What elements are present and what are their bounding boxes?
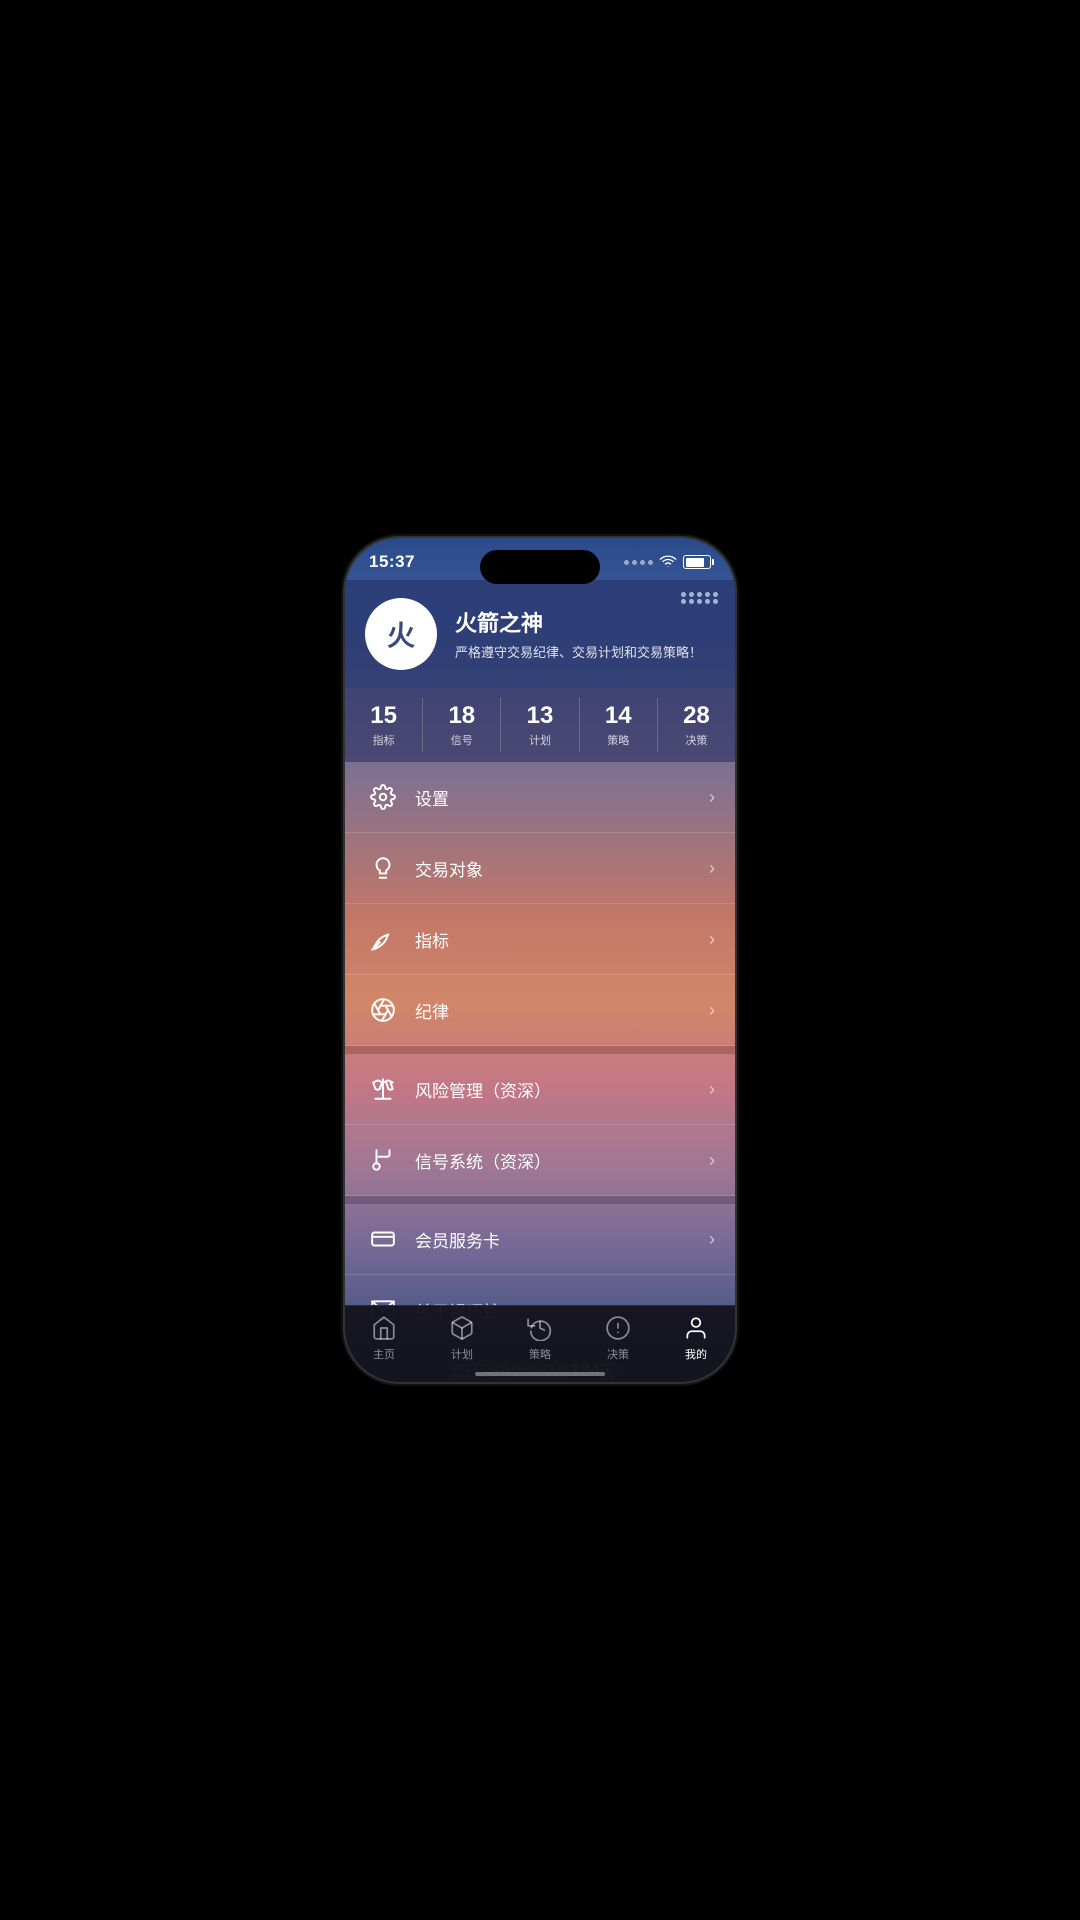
menu-label-settings: 设置 xyxy=(415,785,709,810)
chevron-right-icon: › xyxy=(709,929,715,950)
stat-number: 18 xyxy=(423,702,500,730)
profile-name: 火箭之神 xyxy=(455,606,715,638)
menu-label-indicators: 指标 xyxy=(415,927,709,952)
tab-label-mine: 我的 xyxy=(685,1346,707,1362)
tab-label-decision: 决策 xyxy=(607,1346,629,1362)
stat-item-决策: 28 决策 xyxy=(658,698,735,752)
status-icons xyxy=(624,555,711,569)
gear-icon xyxy=(365,779,401,815)
tab-plan[interactable]: 计划 xyxy=(423,1314,501,1362)
menu-item-membership[interactable]: 会员服务卡 › xyxy=(345,1204,735,1275)
screen: 15:37 xyxy=(345,538,735,1382)
decision-tab-icon xyxy=(604,1314,632,1342)
battery-icon xyxy=(683,555,711,569)
stat-number: 15 xyxy=(345,702,422,730)
stat-label: 信号 xyxy=(423,732,500,748)
home-bar xyxy=(475,1372,605,1376)
menu-section-2: 风险管理（资深） › 信号系统（资深） › xyxy=(345,1054,735,1196)
menu-label-signal-system: 信号系统（资深） xyxy=(415,1148,709,1173)
stat-label: 指标 xyxy=(345,732,422,748)
chevron-right-icon: › xyxy=(709,1150,715,1171)
stat-item-策略: 14 策略 xyxy=(580,698,658,752)
stat-label: 计划 xyxy=(501,732,578,748)
aperture-icon xyxy=(365,992,401,1028)
tab-label-home: 主页 xyxy=(373,1346,395,1362)
chevron-right-icon: › xyxy=(709,787,715,808)
home-tab-icon xyxy=(370,1314,398,1342)
stat-number: 28 xyxy=(658,702,735,730)
stat-item-计划: 13 计划 xyxy=(501,698,579,752)
fork-icon xyxy=(365,1142,401,1178)
avatar: 火 xyxy=(365,598,437,670)
chevron-right-icon: › xyxy=(709,1229,715,1250)
tab-home[interactable]: 主页 xyxy=(345,1314,423,1362)
stat-item-信号: 18 信号 xyxy=(423,698,501,752)
menu-label-risk-management: 风险管理（资深） xyxy=(415,1077,709,1102)
profile-info: 火箭之神 严格遵守交易纪律、交易计划和交易策略！ xyxy=(455,606,715,662)
menu-item-settings[interactable]: 设置 › xyxy=(345,762,735,833)
stat-label: 策略 xyxy=(580,732,657,748)
menu-section-1: 设置 › 交易对象 › 指标 › 纪律 › xyxy=(345,762,735,1046)
menu-label-membership: 会员服务卡 xyxy=(415,1227,709,1252)
chevron-right-icon: › xyxy=(709,1079,715,1100)
wifi-icon xyxy=(659,555,677,569)
status-time: 15:37 xyxy=(369,552,415,572)
stat-label: 决策 xyxy=(658,732,735,748)
avatar-text: 火 xyxy=(387,614,415,654)
card-icon xyxy=(365,1221,401,1257)
stat-number: 13 xyxy=(501,702,578,730)
tab-strategy[interactable]: 策略 xyxy=(501,1314,579,1362)
tab-label-strategy: 策略 xyxy=(529,1346,551,1362)
signal-dots-icon xyxy=(624,560,653,565)
profile-subtitle: 严格遵守交易纪律、交易计划和交易策略！ xyxy=(455,644,715,662)
dots-menu-icon[interactable] xyxy=(681,592,719,604)
tab-bar: 主页 计划 策略 决策 我的 xyxy=(345,1305,735,1382)
plan-tab-icon xyxy=(448,1314,476,1342)
content-scroll[interactable]: 设置 › 交易对象 › 指标 › 纪律 › xyxy=(345,762,735,1382)
menu-item-trading-targets[interactable]: 交易对象 › xyxy=(345,833,735,904)
tab-mine[interactable]: 我的 xyxy=(657,1314,735,1362)
strategy-tab-icon xyxy=(526,1314,554,1342)
section-divider-1 xyxy=(345,1046,735,1054)
lightbulb-icon xyxy=(365,850,401,886)
menu-item-indicators[interactable]: 指标 › xyxy=(345,904,735,975)
menu-label-discipline: 纪律 xyxy=(415,998,709,1023)
section-divider-2 xyxy=(345,1196,735,1204)
menu-item-risk-management[interactable]: 风险管理（资深） › xyxy=(345,1054,735,1125)
chevron-right-icon: › xyxy=(709,858,715,879)
mine-tab-icon xyxy=(682,1314,710,1342)
stats-bar: 15 指标 18 信号 13 计划 14 策略 28 决策 xyxy=(345,688,735,762)
stat-item-指标: 15 指标 xyxy=(345,698,423,752)
tab-decision[interactable]: 决策 xyxy=(579,1314,657,1362)
stat-number: 14 xyxy=(580,702,657,730)
menu-item-discipline[interactable]: 纪律 › xyxy=(345,975,735,1046)
menu-item-signal-system[interactable]: 信号系统（资深） › xyxy=(345,1125,735,1196)
leaf-icon xyxy=(365,921,401,957)
chevron-right-icon: › xyxy=(709,1000,715,1021)
scale-icon xyxy=(365,1071,401,1107)
phone-frame: 15:37 xyxy=(345,538,735,1382)
tab-label-plan: 计划 xyxy=(451,1346,473,1362)
menu-label-trading-targets: 交易对象 xyxy=(415,856,709,881)
dynamic-island xyxy=(480,550,600,584)
header-profile: 火 火箭之神 严格遵守交易纪律、交易计划和交易策略！ xyxy=(345,580,735,688)
